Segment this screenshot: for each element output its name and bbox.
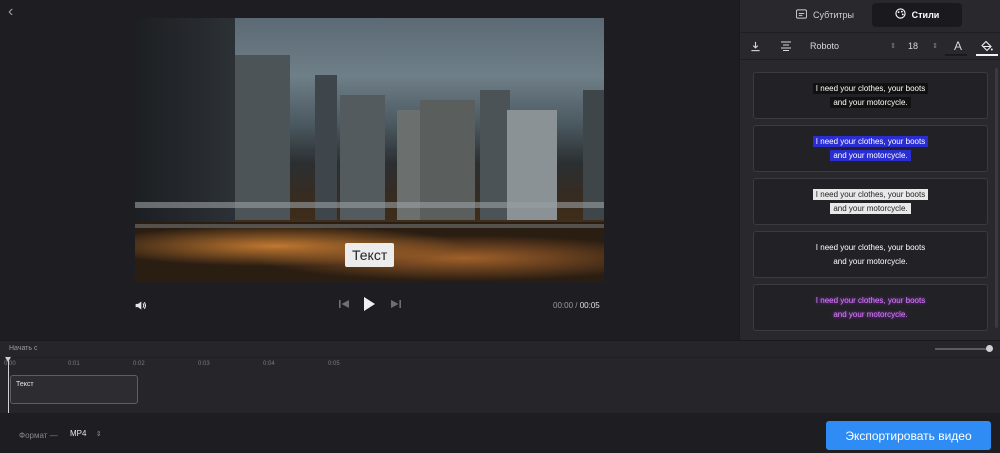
preset-plain[interactable]: I need your clothes, your boots and your… <box>753 231 988 278</box>
timeline-clip[interactable]: Текст <box>10 375 138 404</box>
format-label: Формат — <box>19 431 58 440</box>
time-display: 00:00 / 00:05 <box>553 301 600 310</box>
font-size-value: 18 <box>908 41 919 51</box>
ruler-tick: 0:05 <box>328 361 340 367</box>
zoom-slider[interactable] <box>935 345 993 352</box>
updown-icon: ⇕ <box>890 43 896 50</box>
preset-line1: I need your clothes, your boots <box>815 296 926 305</box>
font-select[interactable]: Roboto ⇕ <box>808 37 898 55</box>
preset-line2: and your motorcycle. <box>830 202 911 214</box>
tab-subtitles-label: Субтитры <box>812 10 854 20</box>
playhead[interactable] <box>5 357 11 414</box>
preset-light-box[interactable]: I need your clothes, your boots and your… <box>753 178 988 225</box>
timeline: Начать с 0:00 0:01 0:02 0:03 0:04 0:05 Т… <box>0 340 1000 414</box>
tab-styles[interactable]: Стили <box>872 3 962 27</box>
current-time: 00:00 <box>553 301 574 310</box>
align-icon[interactable] <box>776 37 796 55</box>
preset-line1: I need your clothes, your boots <box>812 136 929 147</box>
ruler-tick: 0:01 <box>68 361 80 367</box>
preset-black-box[interactable]: I need your clothes, your boots and your… <box>753 72 988 119</box>
subtitles-icon <box>795 8 807 22</box>
text-color-button[interactable]: A <box>946 37 970 55</box>
next-icon[interactable] <box>390 298 402 313</box>
preset-line2: and your motorcycle. <box>830 96 911 108</box>
start-label: Начать с <box>9 345 38 352</box>
download-icon[interactable] <box>746 37 764 55</box>
font-value: Roboto <box>810 41 840 51</box>
format-select[interactable]: MP4 ⇕ <box>70 429 102 438</box>
timeline-ruler[interactable]: 0:00 0:01 0:02 0:03 0:04 0:05 <box>0 357 1000 371</box>
preset-line2: and your motorcycle. <box>833 256 908 266</box>
video-preview: Текст <box>135 18 604 282</box>
back-arrow-icon[interactable]: ‹ <box>8 4 24 20</box>
ruler-tick: 0:04 <box>263 361 275 367</box>
play-button[interactable] <box>362 296 376 317</box>
total-time: 00:05 <box>579 301 600 310</box>
preset-line1: I need your clothes, your boots <box>812 189 929 200</box>
format-value: MP4 <box>70 429 87 438</box>
preset-line1: I need your clothes, your boots <box>812 83 929 94</box>
font-size-select[interactable]: 18 ⇕ <box>908 37 938 55</box>
presets-scrollbar[interactable] <box>995 68 998 328</box>
style-presets: I need your clothes, your boots and your… <box>753 72 988 337</box>
preset-line2: and your motorcycle. <box>830 149 911 161</box>
preset-blue-box[interactable]: I need your clothes, your boots and your… <box>753 125 988 172</box>
updown-icon: ⇕ <box>932 43 938 50</box>
time-separator: / <box>575 301 578 310</box>
preset-line2: and your motorcycle. <box>833 309 908 319</box>
updown-icon: ⇕ <box>95 431 102 438</box>
tab-styles-label: Стили <box>911 10 940 20</box>
style-toolbar: Roboto ⇕ 18 ⇕ A <box>740 33 1000 60</box>
footer-bar: Формат — MP4 ⇕ Экспортировать видео <box>0 413 1000 453</box>
volume-icon[interactable] <box>134 299 148 313</box>
text-color-glyph: A <box>953 39 962 53</box>
ruler-tick: 0:03 <box>198 361 210 367</box>
ruler-tick: 0:02 <box>133 361 145 367</box>
panel-tabs: Субтитры Стили <box>740 0 1000 33</box>
previous-icon[interactable] <box>338 298 350 313</box>
palette-icon <box>895 8 906 22</box>
video-caption[interactable]: Текст <box>345 243 395 267</box>
preset-line1: I need your clothes, your boots <box>815 243 926 252</box>
export-button[interactable]: Экспортировать видео <box>826 421 991 450</box>
preset-glow-purple[interactable]: I need your clothes, your boots and your… <box>753 284 988 331</box>
clip-label: Текст <box>16 381 34 388</box>
zoom-slider-knob[interactable] <box>986 345 993 352</box>
fill-bucket-icon[interactable] <box>976 37 998 55</box>
tab-subtitles[interactable]: Субтитры <box>785 3 865 27</box>
styles-panel: Субтитры Стили Roboto ⇕ 18 ⇕ A I need yo… <box>739 0 1000 340</box>
